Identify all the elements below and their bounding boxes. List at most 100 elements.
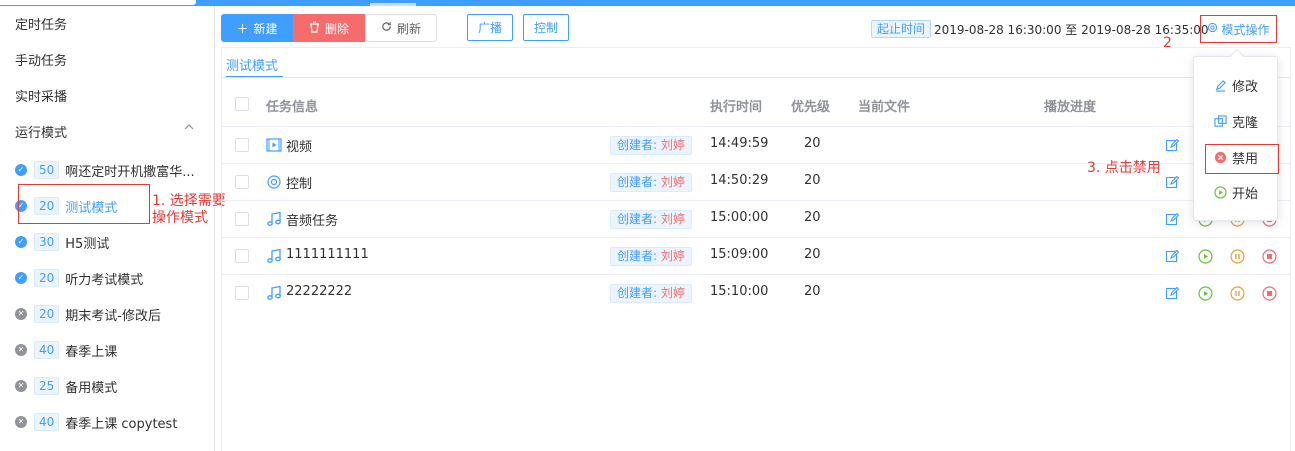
mode-item[interactable]: ✓ 50 啊还定时开机撒富华... (15, 159, 195, 181)
search-box[interactable] (0, 0, 196, 5)
creator-tag: 创建者: 刘婷 (610, 247, 692, 266)
row-checkbox[interactable] (235, 175, 249, 189)
mode-operation-button[interactable]: 模式操作 (1200, 15, 1277, 43)
mode-item[interactable]: ✓ 30 H5测试 (15, 231, 109, 253)
priority-value: 20 (804, 210, 821, 225)
exec-time: 15:00:00 (710, 210, 769, 225)
task-name: 22222222 (286, 284, 353, 299)
chevron-up-icon[interactable] (184, 122, 194, 132)
priority-value: 20 (804, 136, 821, 151)
broadcast-button[interactable]: 广播 (467, 14, 513, 41)
edit-icon[interactable] (1165, 249, 1180, 264)
creator-label: 创建者: (617, 249, 661, 263)
pause-icon[interactable] (1230, 286, 1245, 301)
mode-priority-badge: 20 (34, 305, 60, 323)
delete-button-label: 删除 (324, 21, 349, 36)
select-all-checkbox[interactable] (235, 97, 249, 111)
header-exec-time: 执行时间 (710, 100, 763, 115)
creator-name: 刘婷 (660, 138, 685, 152)
header-play-progress: 播放进度 (1044, 100, 1097, 115)
mode-name: 期末考试-修改后 (65, 308, 161, 324)
menu-manual-tasks[interactable]: 手动任务 (15, 52, 67, 72)
menu-live-broadcast[interactable]: 实时采播 (15, 88, 67, 108)
dropdown-item-clone[interactable]: 克隆 (1213, 111, 1258, 131)
priority-value: 20 (804, 173, 821, 188)
table-row[interactable]: 音频任务 创建者: 刘婷 15:00:00 20 (221, 200, 1291, 237)
dropdown-item-start-label: 开始 (1232, 186, 1259, 202)
mode-item[interactable]: ✕ 40 春季上课 copytest (15, 411, 177, 433)
creator-label: 创建者: (617, 175, 661, 189)
plus-icon: ＋ (236, 21, 249, 36)
annotation-step3: 3. 点击禁用 (1087, 160, 1161, 176)
clone-icon (1213, 114, 1227, 128)
pause-icon[interactable] (1230, 249, 1245, 264)
dropdown-item-edit[interactable]: 修改 (1213, 75, 1258, 95)
refresh-icon (381, 21, 392, 35)
creator-tag: 创建者: 刘婷 (610, 173, 692, 192)
mode-priority-badge: 20 (34, 269, 60, 287)
creator-name: 刘婷 (660, 249, 685, 263)
mode-name: 春季上课 (65, 344, 118, 360)
check-circle-icon: ✓ (15, 164, 27, 176)
play-icon[interactable] (1198, 286, 1213, 301)
exec-time: 14:50:29 (710, 173, 769, 188)
creator-name: 刘婷 (660, 286, 685, 300)
new-button[interactable]: ＋ 新建 (221, 14, 293, 42)
row-checkbox[interactable] (235, 286, 249, 300)
close-circle-icon: ✕ (15, 344, 27, 356)
edit-icon[interactable] (1165, 175, 1180, 190)
mode-item[interactable]: ✕ 25 备用模式 (15, 375, 117, 397)
annotation-box-select-mode (18, 184, 150, 224)
mode-item[interactable]: ✕ 20 期末考试-修改后 (15, 303, 161, 325)
row-checkbox[interactable] (235, 249, 249, 263)
mode-operation-label: 模式操作 (1221, 22, 1270, 37)
task-name: 视频 (286, 140, 313, 155)
table-row[interactable]: 22222222 创建者: 刘婷 15:10:00 20 (221, 274, 1291, 311)
mode-item[interactable]: ✕ 40 春季上课 (15, 339, 117, 361)
mode-name: 啊还定时开机撒富华... (65, 164, 195, 180)
video-icon (266, 137, 282, 153)
menu-scheduled-tasks[interactable]: 定时任务 (15, 16, 67, 36)
music-note-icon (266, 285, 282, 301)
menu-run-modes[interactable]: 运行模式 (15, 124, 67, 144)
control-button[interactable]: 控制 (523, 14, 569, 41)
exec-time: 15:10:00 (710, 284, 769, 299)
edit-icon[interactable] (1165, 138, 1180, 153)
mode-priority-badge: 40 (34, 341, 60, 359)
close-circle-icon: ✕ (15, 308, 27, 320)
play-icon[interactable] (1198, 249, 1213, 264)
dropdown-item-clone-label: 克隆 (1232, 115, 1259, 131)
check-circle-icon: ✓ (15, 272, 27, 284)
tab-divider (221, 77, 1291, 78)
mode-item[interactable]: ✓ 20 听力考试模式 (15, 267, 143, 289)
exec-time: 15:09:00 (710, 247, 769, 262)
header-current-file: 当前文件 (858, 100, 911, 115)
creator-name: 刘婷 (660, 212, 685, 226)
stop-icon[interactable] (1262, 286, 1277, 301)
dropdown-item-start[interactable]: 开始 (1213, 182, 1258, 202)
priority-value: 20 (804, 284, 821, 299)
stop-icon[interactable] (1262, 249, 1277, 264)
row-checkbox[interactable] (235, 212, 249, 226)
delete-button[interactable]: 删除 (293, 14, 365, 42)
refresh-button-label: 刷新 (396, 21, 421, 36)
tab-test-mode[interactable]: 测试模式 (226, 55, 278, 74)
table-row[interactable]: 1111111111 创建者: 刘婷 15:09:00 20 (221, 237, 1291, 274)
control-icon (266, 174, 282, 190)
row-checkbox[interactable] (235, 138, 249, 152)
creator-name: 刘婷 (660, 175, 685, 189)
music-note-icon (266, 211, 282, 227)
priority-value: 20 (804, 247, 821, 262)
mode-priority-badge: 40 (34, 413, 60, 431)
creator-label: 创建者: (617, 286, 661, 300)
creator-label: 创建者: (617, 138, 661, 152)
mode-priority-badge: 30 (34, 233, 60, 251)
new-button-label: 新建 (253, 21, 278, 36)
mode-name: 听力考试模式 (65, 272, 144, 288)
task-name: 控制 (286, 177, 313, 192)
gear-icon (1207, 22, 1218, 36)
task-name: 1111111111 (286, 247, 369, 262)
refresh-button[interactable]: 刷新 (365, 14, 437, 42)
edit-icon[interactable] (1165, 286, 1180, 301)
edit-icon[interactable] (1165, 212, 1180, 227)
